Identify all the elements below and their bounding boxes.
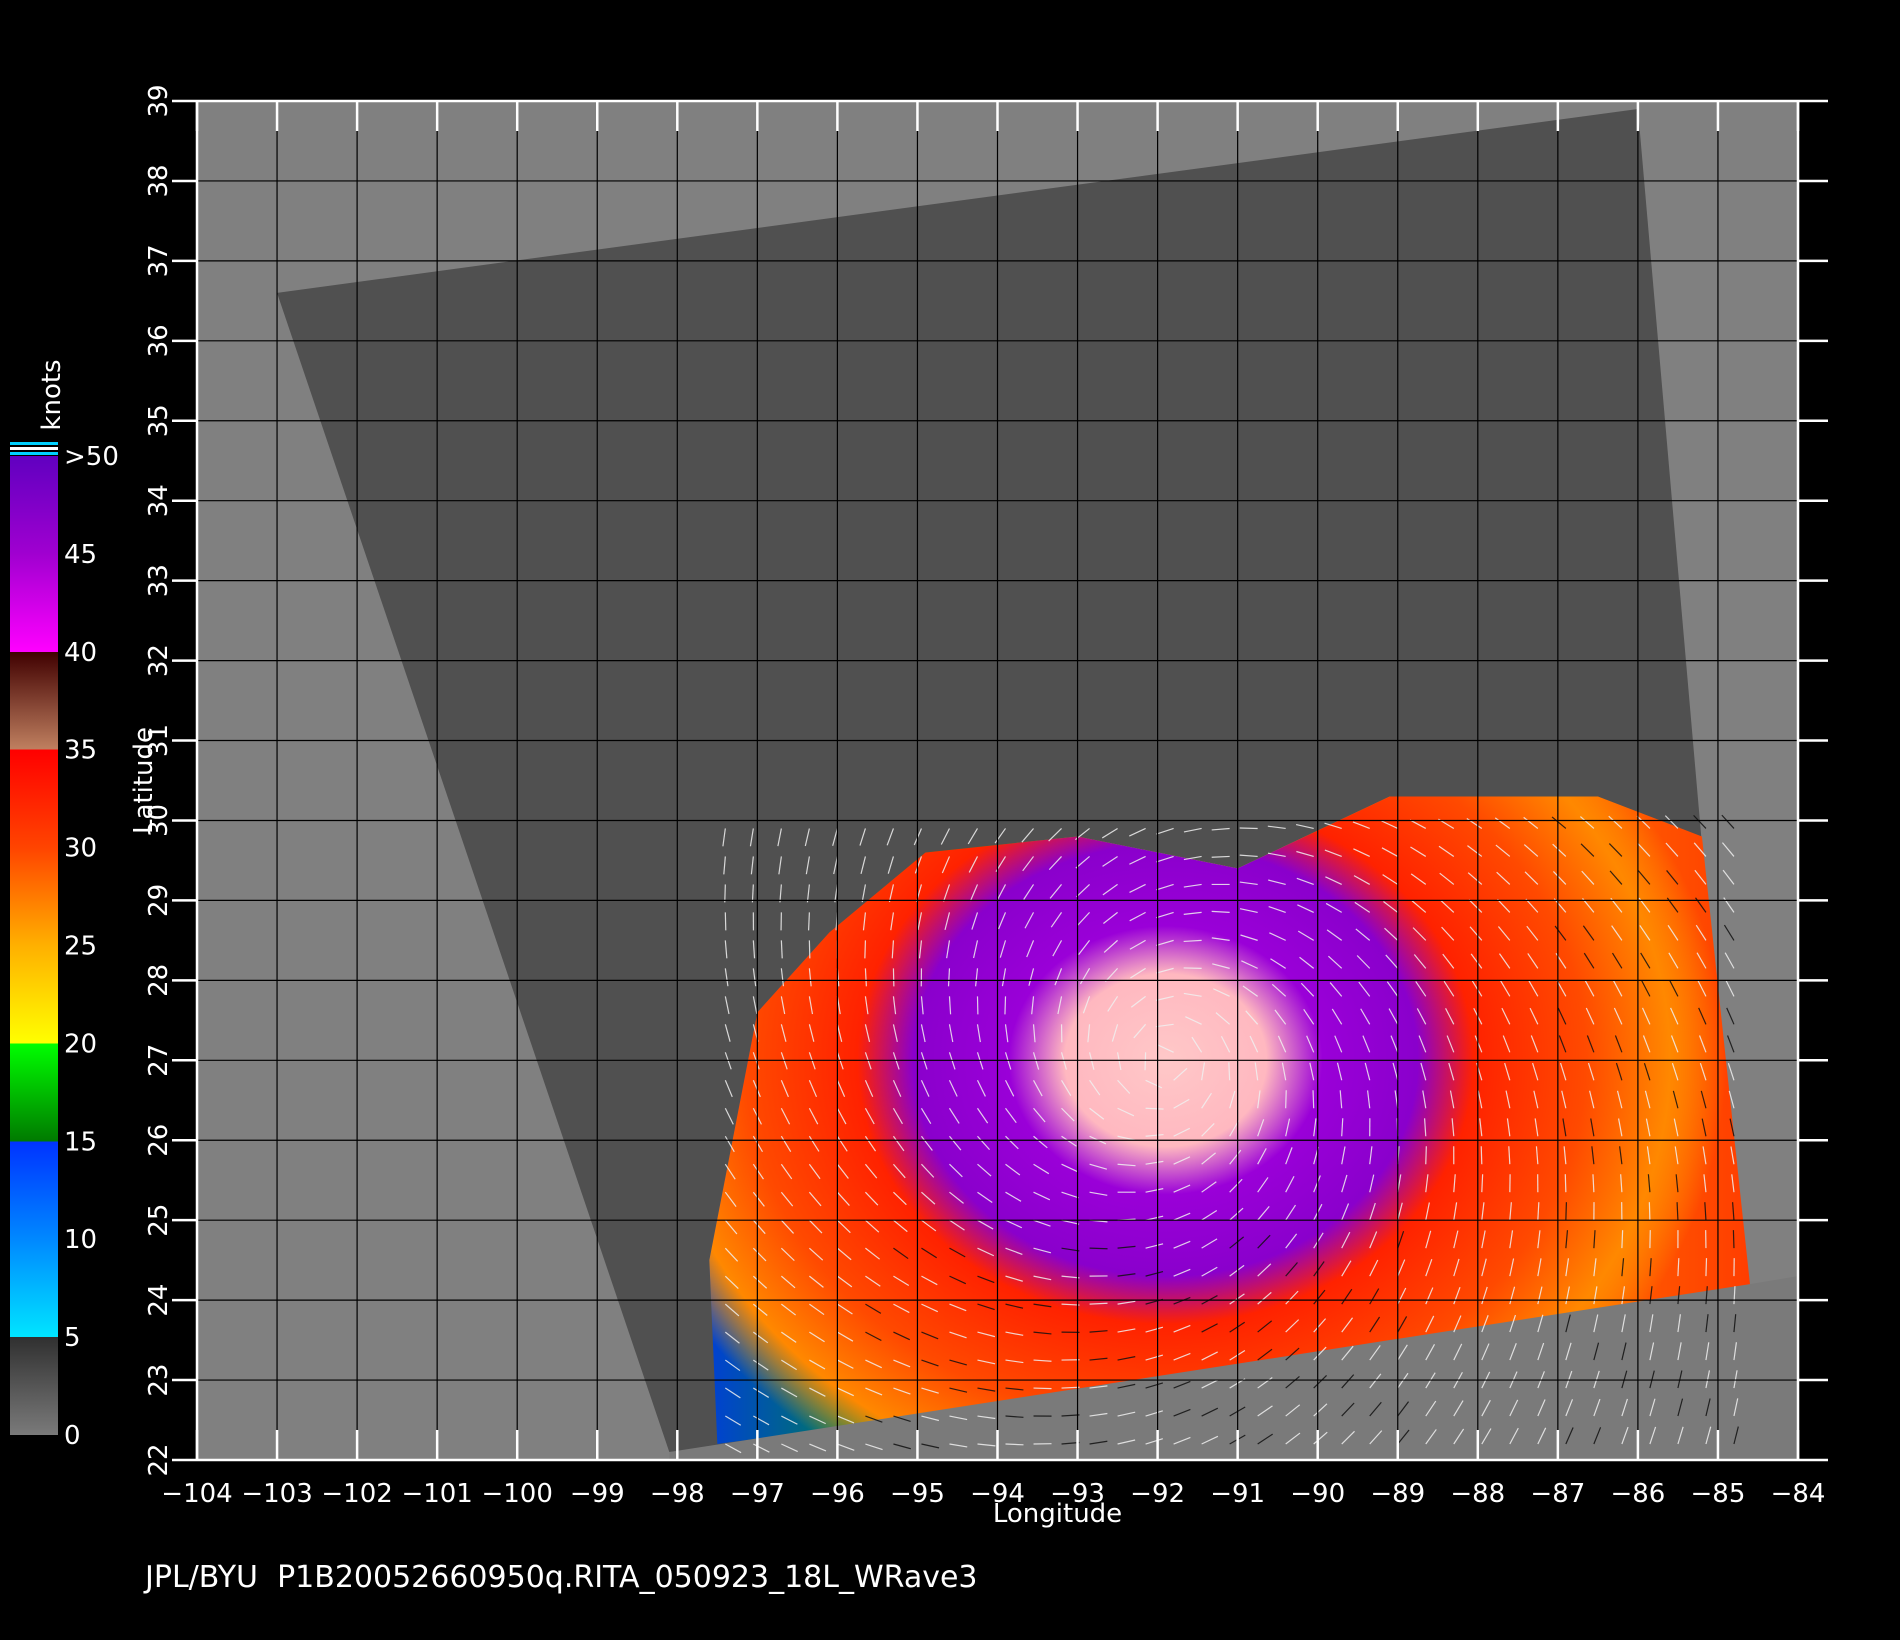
wind-barb (1145, 1107, 1164, 1110)
wind-barb (1061, 1386, 1080, 1389)
y-tick-label: 26 (144, 1124, 174, 1157)
x-tick-label: −97 (730, 1479, 785, 1509)
colorbar-label: 45 (64, 540, 97, 570)
wind-barb (1228, 1062, 1231, 1081)
y-axis-title: Latitude (129, 727, 159, 834)
colorbar-cap (10, 452, 58, 455)
x-tick-label: −103 (241, 1479, 312, 1509)
wind-barb (807, 912, 810, 931)
y-tick-label: 34 (144, 484, 174, 517)
colorbar: 0 5 10 15 20 25 30 35 40 45 >50 knots (10, 359, 119, 1451)
wind-barb (1676, 1202, 1679, 1221)
x-tick-label: −96 (810, 1479, 865, 1509)
colorbar-label: 25 (64, 932, 97, 962)
x-tick-label: −102 (321, 1479, 392, 1509)
y-tick-label: 23 (144, 1364, 174, 1397)
filename-text: P1B20052660950q.RITA_050923_18L_WRave3 (277, 1560, 978, 1595)
y-tick-label: 32 (144, 644, 174, 677)
colorbar-label: 20 (64, 1029, 97, 1059)
x-tick-label: −87 (1530, 1479, 1585, 1509)
y-tick-label: 38 (144, 164, 174, 197)
x-tick-label: −86 (1610, 1479, 1665, 1509)
y-tick-label: 25 (144, 1204, 174, 1237)
wind-barb (1732, 1230, 1735, 1249)
wind-barb (1481, 1174, 1484, 1193)
credit-text: JPL/BYU (145, 1560, 258, 1595)
y-tick-label: 37 (144, 244, 174, 277)
y-tick-label: 39 (144, 84, 174, 117)
wind-barb (1033, 1387, 1052, 1390)
scatterometer-wind-map: −104 −103 −102 −101 −100 −99 −98 −97 −96 −95 −94 −9… (10, 84, 1828, 1529)
colorbar-label: 15 (64, 1127, 97, 1157)
colorbar-label: 30 (64, 834, 97, 864)
wind-barb (1144, 1052, 1147, 1071)
y-tick-label: 35 (144, 404, 174, 437)
wind-barb (1285, 1090, 1287, 1109)
x-tick-label: −89 (1370, 1479, 1425, 1509)
colorbar-label: >50 (64, 442, 119, 472)
lat-lon-grid (196, 100, 1799, 1461)
x-tick-label: −99 (570, 1479, 625, 1509)
wind-barb (724, 884, 726, 903)
wind-barb (1312, 1090, 1315, 1109)
wind-barb (1005, 1443, 1024, 1446)
wind-barb (1480, 1146, 1483, 1165)
x-tick-label: −90 (1290, 1479, 1345, 1509)
wind-barb (1211, 855, 1230, 858)
colorbar-label: 10 (64, 1225, 97, 1255)
x-tick-label: −100 (481, 1479, 552, 1509)
colorbar-label: 35 (64, 736, 97, 766)
wind-barb (1564, 1174, 1567, 1193)
y-tick-label: 24 (144, 1284, 174, 1317)
wind-barb (780, 940, 783, 959)
colorbar-label: 5 (64, 1323, 81, 1353)
y-tick-label: 22 (144, 1443, 174, 1476)
y-tick-label: 27 (144, 1044, 174, 1077)
wind-barb (1425, 1146, 1427, 1165)
x-tick-label: −88 (1450, 1479, 1505, 1509)
x-tick-label: −85 (1691, 1479, 1746, 1509)
wind-barb (1705, 1258, 1708, 1277)
x-tick-label: −91 (1210, 1479, 1265, 1509)
y-tick-label: 28 (144, 964, 174, 997)
y-tick-label: 33 (144, 564, 174, 597)
x-tick-label: −104 (161, 1479, 232, 1509)
wind-barb (1089, 1247, 1108, 1250)
x-tick-label: −84 (1771, 1479, 1826, 1509)
x-tick-label: −98 (650, 1479, 705, 1509)
y-tick-label: 29 (144, 884, 174, 917)
colorbar-unit: knots (37, 359, 67, 430)
wind-barb (864, 940, 867, 959)
wind-barb (1648, 1202, 1651, 1221)
x-tick-label: −95 (890, 1479, 945, 1509)
wind-barb (1565, 1202, 1568, 1221)
colorbar-label: 0 (64, 1421, 81, 1451)
y-tick-label: 36 (144, 324, 174, 357)
footer-caption: JPL/BYU P1B20052660950q.RITA_050923_18L_… (145, 1560, 978, 1595)
colorbar-cap (10, 442, 58, 445)
x-axis-title: Longitude (993, 1499, 1122, 1529)
x-tick-label: −101 (401, 1479, 472, 1509)
wind-barb (1004, 996, 1007, 1015)
wind-barb (1621, 1230, 1624, 1249)
colorbar-gradient (10, 456, 58, 1435)
colorbar-cap (10, 447, 58, 450)
colorbar-label: 40 (64, 638, 97, 668)
x-tick-label: −92 (1130, 1479, 1185, 1509)
